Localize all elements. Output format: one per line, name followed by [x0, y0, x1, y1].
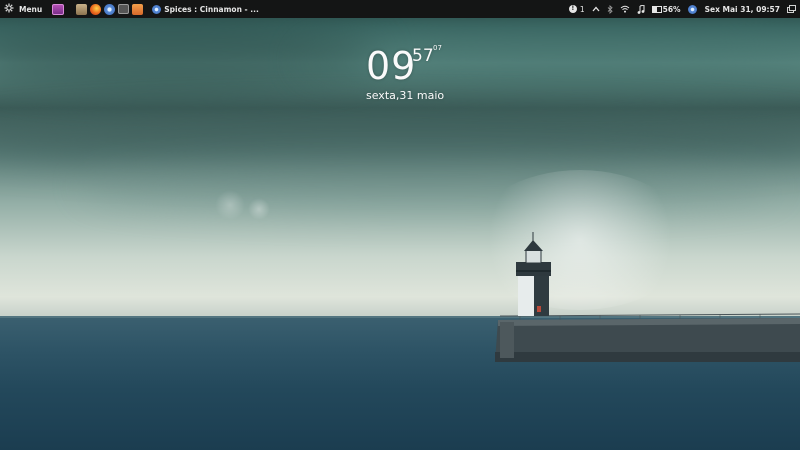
firefox-icon[interactable]	[90, 3, 102, 15]
notification-count: 1	[579, 4, 585, 14]
battery-percent: 56%	[662, 4, 681, 14]
gear-icon	[4, 3, 14, 15]
menu-button[interactable]: Menu	[0, 0, 48, 18]
battery-applet[interactable]: 56%	[651, 4, 681, 14]
screen-icon[interactable]	[118, 4, 130, 14]
bluetooth-icon[interactable]	[607, 4, 613, 14]
menu-label: Menu	[19, 4, 43, 14]
folder-icon[interactable]	[132, 3, 144, 15]
battery-icon	[651, 5, 662, 13]
window-list-item[interactable]: Spices : Cinnamon - ...	[152, 0, 259, 18]
files-app-icon[interactable]	[76, 3, 88, 15]
desklet-seconds: 07	[433, 44, 442, 52]
desklet-hours: 09	[366, 44, 417, 88]
top-panel: Menu Spices : Cinnamon - ... ! 1 56% Sex…	[0, 0, 800, 18]
info-icon: !	[568, 5, 577, 13]
user-icon[interactable]	[687, 4, 697, 14]
terminal-app-icon[interactable]	[52, 3, 65, 15]
show-desktop-icon[interactable]	[787, 5, 796, 13]
panel-clock[interactable]: Sex Mai 31, 09:57	[705, 5, 780, 14]
chevron-up-icon[interactable]	[592, 6, 600, 12]
clock-desklet: 09 57 07 sexta,31 maio	[366, 44, 444, 102]
browser-icon	[152, 4, 162, 14]
wifi-icon[interactable]	[620, 5, 630, 13]
desklet-minutes: 57	[412, 46, 434, 66]
panel-launchers	[52, 3, 146, 15]
chromium-icon[interactable]	[104, 3, 116, 15]
notifications-applet[interactable]: ! 1	[568, 4, 585, 14]
window-title: Spices : Cinnamon - ...	[164, 4, 259, 14]
desklet-date: sexta,31 maio	[366, 89, 445, 102]
sound-icon[interactable]	[637, 4, 645, 14]
